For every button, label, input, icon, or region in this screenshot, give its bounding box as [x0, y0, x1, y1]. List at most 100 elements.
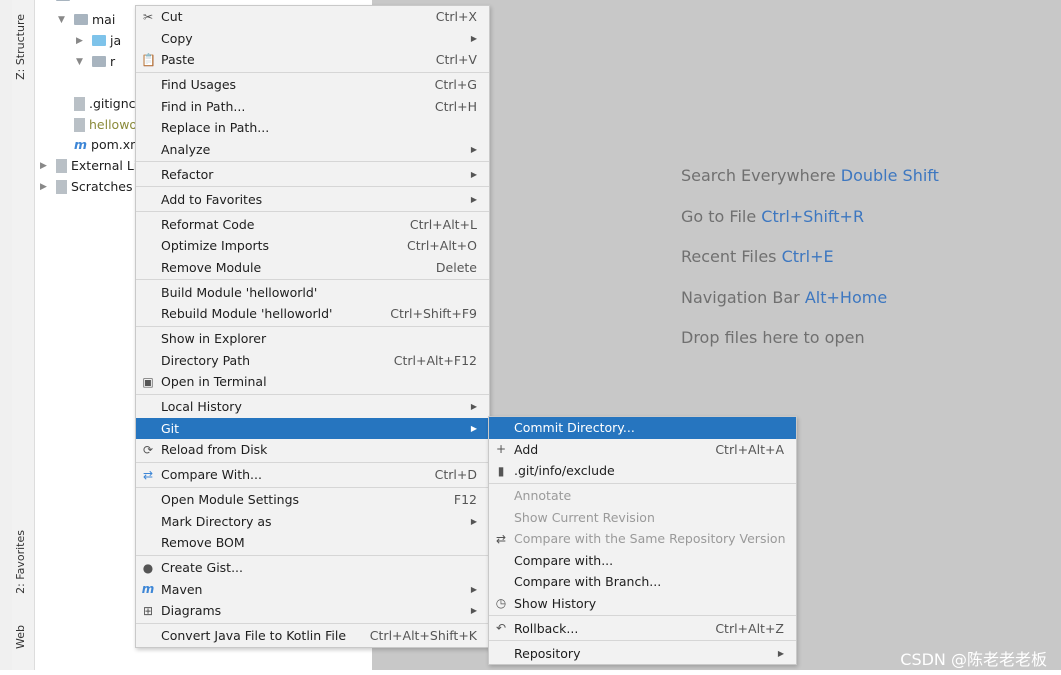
menu-item-open-module-settings[interactable]: Open Module Settings F12	[136, 489, 489, 511]
hint-shortcut: Ctrl+Shift+R	[761, 206, 865, 226]
collapse-arrow-icon[interactable]: ▶	[40, 182, 52, 192]
menu-item-replace-in-path[interactable]: Replace in Path...	[136, 117, 489, 139]
tree-item[interactable]: ▼ mai	[58, 12, 115, 27]
menu-item-label: Optimize Imports	[161, 238, 270, 254]
menu-item-paste[interactable]: 📋 Paste Ctrl+V	[136, 49, 489, 71]
tree-item[interactable]: ▶ Scratches	[40, 179, 133, 194]
library-icon	[56, 158, 67, 173]
menu-item-git[interactable]: Git ▶	[136, 417, 489, 439]
menu-item-local-history[interactable]: Local History ▶	[136, 396, 489, 418]
shortcut-label: F12	[453, 492, 477, 508]
menu-item-label: Find Usages	[161, 77, 237, 93]
clipboard-icon: 📋	[141, 52, 156, 67]
menu-item-show-in-explorer[interactable]: Show in Explorer	[136, 328, 489, 350]
tree-item[interactable]: ▼ r	[76, 54, 115, 69]
menu-item-remove-module[interactable]: Remove Module Delete	[136, 257, 489, 279]
menu-item-directory-path[interactable]: Directory Path Ctrl+Alt+F12	[136, 350, 489, 372]
menu-item-compare-with[interactable]: Compare with...	[489, 550, 796, 572]
shortcut-label: Ctrl+X	[435, 9, 477, 25]
menu-separator	[136, 486, 489, 488]
expand-arrow-icon[interactable]: ▼	[40, 0, 52, 1]
tree-item[interactable]: ▶ ja	[76, 33, 121, 48]
menu-item-label: Show in Explorer	[161, 331, 267, 347]
context-menu: ✂ Cut Ctrl+X Copy ▶ 📋 Paste Ctrl+V Find Usages Ct…	[135, 5, 490, 648]
menu-item-label: Build Module 'helloworld'	[161, 284, 318, 300]
menu-item-remove-bom[interactable]: Remove BOM	[136, 532, 489, 554]
menu-separator	[136, 71, 489, 73]
tree-item[interactable]: .gitignc	[58, 96, 135, 111]
menu-separator	[489, 482, 796, 484]
menu-separator	[136, 279, 489, 281]
menu-item-git-info-exclude[interactable]: ▮ .git/info/exclude	[489, 460, 796, 482]
menu-item-annotate: Annotate	[489, 485, 796, 507]
tool-window-strip: Z: Structure 2: Favorites Web	[12, 0, 35, 670]
iml-file-icon	[74, 117, 85, 132]
favorites-tab[interactable]: 2: Favorites	[14, 530, 27, 594]
menu-item-create-gist[interactable]: ● Create Gist...	[136, 557, 489, 579]
menu-item-copy[interactable]: Copy ▶	[136, 28, 489, 50]
shortcut-label: Ctrl+Alt+Shift+K	[369, 628, 477, 644]
menu-item-label: Refactor	[161, 166, 214, 182]
tree-item[interactable]: m pom.xn	[58, 137, 138, 152]
git-submenu: Commit Directory... + Add Ctrl+Alt+A ▮ .git/i…	[488, 416, 797, 665]
menu-item-rollback[interactable]: ↶ Rollback... Ctrl+Alt+Z	[489, 618, 796, 640]
tree-item-label: Scratches	[71, 179, 133, 194]
scratches-icon	[56, 179, 67, 194]
menu-item-compare-with[interactable]: ⇄ Compare With... Ctrl+D	[136, 464, 489, 486]
menu-item-mark-directory-as[interactable]: Mark Directory as ▶	[136, 511, 489, 533]
menu-item-find-usages[interactable]: Find Usages Ctrl+G	[136, 74, 489, 96]
hint-text: Navigation Bar	[681, 287, 800, 307]
collapse-arrow-icon[interactable]: ▶	[76, 36, 88, 46]
menu-item-reformat-code[interactable]: Reformat Code Ctrl+Alt+L	[136, 214, 489, 236]
expand-arrow-icon[interactable]: ▼	[76, 57, 88, 67]
menu-item-build-module-helloworld[interactable]: Build Module 'helloworld'	[136, 282, 489, 304]
menu-item-add-to-favorites[interactable]: Add to Favorites ▶	[136, 189, 489, 211]
menu-item-rebuild-module-helloworld[interactable]: Rebuild Module 'helloworld' Ctrl+Shift+F9	[136, 303, 489, 325]
menu-item-open-in-terminal[interactable]: ▣ Open in Terminal	[136, 371, 489, 393]
menu-item-repository[interactable]: Repository ▶	[489, 643, 796, 665]
menu-item-maven[interactable]: m Maven ▶	[136, 579, 489, 601]
menu-item-label: Paste	[161, 52, 195, 68]
clock-icon: ◷	[495, 596, 507, 611]
reload-icon: ⟳	[142, 442, 154, 457]
menu-item-label: Remove Module	[161, 259, 262, 275]
menu-item-commit-directory[interactable]: Commit Directory...	[489, 417, 796, 439]
terminal-icon: ▣	[142, 374, 154, 389]
menu-item-analyze[interactable]: Analyze ▶	[136, 139, 489, 161]
hint-shortcut: Double Shift	[840, 166, 939, 185]
hint-shortcut: Alt+Home	[804, 287, 888, 307]
menu-item-label: Local History	[161, 399, 242, 415]
tree-item[interactable]: ▶ External Li	[40, 158, 137, 173]
menu-item-label: Add to Favorites	[161, 191, 263, 207]
tree-item[interactable]: hellowo	[58, 117, 137, 132]
menu-item-label: Copy	[161, 30, 193, 46]
plus-icon: +	[495, 442, 507, 457]
menu-item-optimize-imports[interactable]: Optimize Imports Ctrl+Alt+O	[136, 235, 489, 257]
menu-item-label: Rebuild Module 'helloworld'	[161, 306, 333, 322]
submenu-arrow-icon: ▶	[470, 33, 477, 43]
menu-separator	[489, 615, 796, 617]
maven-icon: m	[141, 582, 155, 597]
web-tab[interactable]: Web	[14, 625, 27, 649]
menu-item-reload-from-disk[interactable]: ⟳ Reload from Disk	[136, 439, 489, 461]
menu-item-cut[interactable]: ✂ Cut Ctrl+X	[136, 6, 489, 28]
menu-item-label: Reformat Code	[161, 216, 255, 232]
diagram-icon: ⊞	[142, 603, 154, 618]
rollback-icon: ↶	[495, 621, 507, 636]
menu-item-show-history[interactable]: ◷ Show History	[489, 593, 796, 615]
hint-drop-files-here-to-open: Drop files here to open	[681, 328, 865, 347]
menu-separator	[136, 622, 489, 624]
menu-item-refactor[interactable]: Refactor ▶	[136, 164, 489, 186]
menu-item-label: Show Current Revision	[514, 509, 655, 525]
collapse-arrow-icon[interactable]: ▶	[40, 161, 52, 171]
submenu-arrow-icon: ▶	[470, 144, 477, 154]
menu-item-diagrams[interactable]: ⊞ Diagrams ▶	[136, 600, 489, 622]
menu-item-convert-java-file-to-kotlin-file[interactable]: Convert Java File to Kotlin File Ctrl+Alt…	[136, 625, 489, 647]
structure-tab[interactable]: Z: Structure	[14, 14, 27, 80]
menu-item-find-in-path[interactable]: Find in Path... Ctrl+H	[136, 96, 489, 118]
menu-item-compare-with-branch[interactable]: Compare with Branch...	[489, 571, 796, 593]
menu-item-label: Find in Path...	[161, 98, 246, 114]
tree-item[interactable]: ▼ src	[40, 0, 92, 3]
menu-item-add[interactable]: + Add Ctrl+Alt+A	[489, 439, 796, 461]
expand-arrow-icon[interactable]: ▼	[58, 15, 70, 25]
